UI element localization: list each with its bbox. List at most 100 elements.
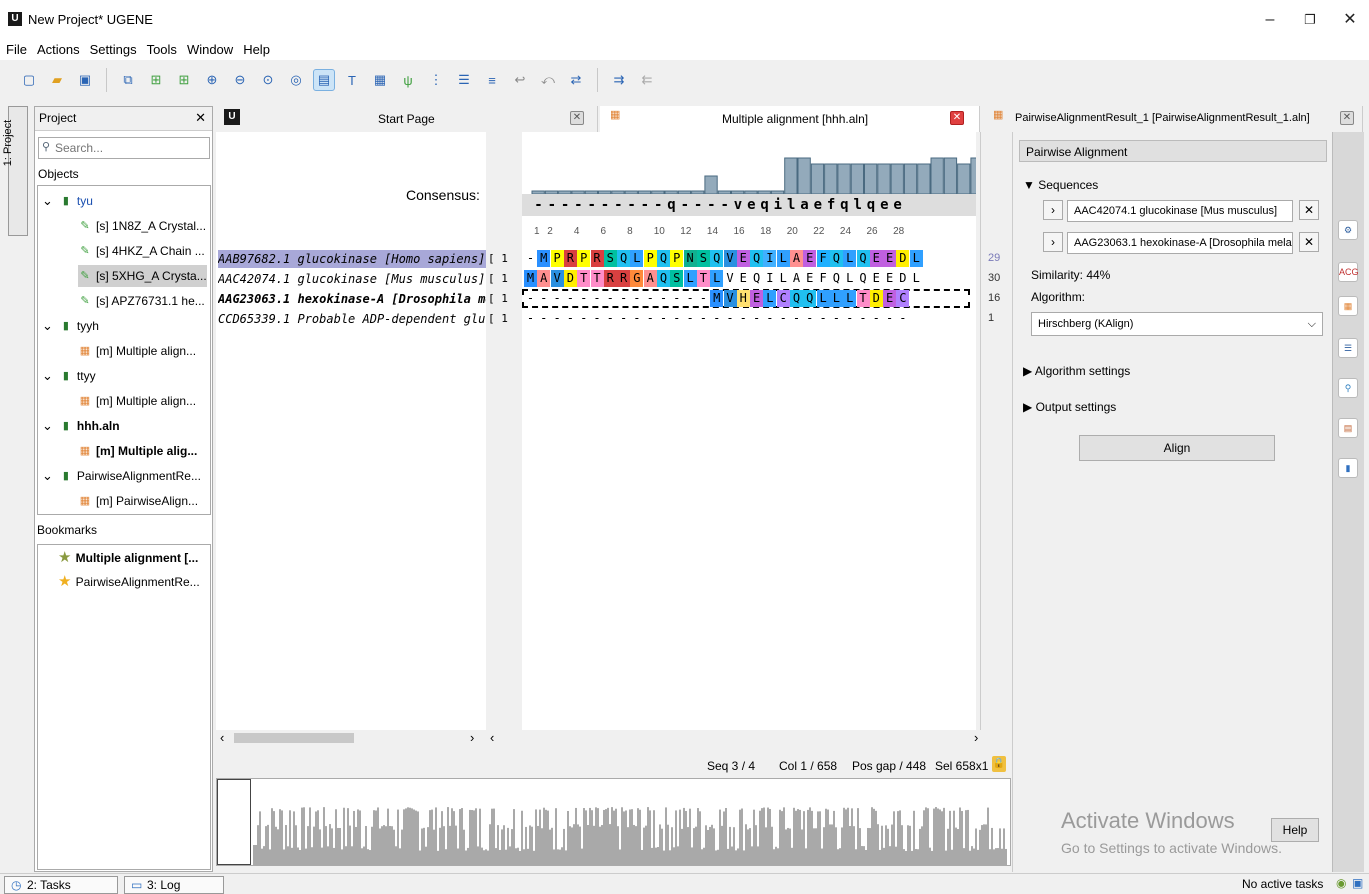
tasks-button[interactable]: ◷ 2: Tasks	[4, 876, 118, 894]
residue-cell[interactable]: R	[617, 270, 631, 287]
tree-item[interactable]: ⌄ ▮ tyu	[42, 190, 93, 212]
residue-cell[interactable]: S	[670, 270, 684, 287]
residue-cell[interactable]: -	[896, 310, 909, 327]
residue-cell[interactable]: L	[710, 270, 724, 287]
residue-cell[interactable]: E	[803, 250, 817, 267]
zoom-out-icon[interactable]: ⊖	[229, 69, 251, 91]
add-sequence-icon[interactable]: ⊞	[145, 69, 167, 91]
tree-item[interactable]: ▦ [m] PairwiseAlign...	[78, 490, 198, 512]
tree-item[interactable]: ▦ [m] Multiple align...	[78, 340, 196, 362]
residue-cell[interactable]: -	[524, 310, 537, 327]
residue-cell[interactable]: E	[883, 290, 897, 307]
residue-cell[interactable]: Q	[657, 270, 670, 287]
residue-cell[interactable]: -	[697, 310, 710, 327]
help-button[interactable]: Help	[1271, 818, 1319, 842]
residue-cell[interactable]: -	[777, 310, 790, 327]
residue-cell[interactable]: T	[696, 270, 710, 287]
residue-cell[interactable]: D	[563, 270, 577, 287]
distance-chart-icon[interactable]: ▮	[1338, 458, 1358, 478]
residue-cell[interactable]: L	[630, 250, 644, 267]
sequence-name[interactable]: AAG23063.1 hexokinase-A [Drosophila mela…	[218, 290, 486, 308]
residue-cell[interactable]: F	[817, 270, 830, 287]
vertical-scrollbar[interactable]	[980, 132, 988, 730]
menu-tools[interactable]: Tools	[147, 42, 177, 57]
residue-cell[interactable]: -	[630, 310, 643, 327]
pairwise-alignment-icon[interactable]: ▦	[1338, 296, 1358, 316]
tab-pairwise-result[interactable]: ▦ PairwiseAlignmentResult_1 [PairwiseAli…	[983, 106, 1363, 132]
scroll-right-icon[interactable]: ›	[974, 730, 978, 745]
close-tab-icon[interactable]: ✕	[1340, 111, 1354, 125]
scroll-left-icon[interactable]: ‹	[220, 730, 224, 745]
residue-cell[interactable]: L	[763, 290, 777, 307]
residue-cell[interactable]: -	[551, 290, 564, 307]
sequence-area[interactable]: ----------q----veqilaefqlqee 1 2 4 6 8 10 12 14…	[522, 132, 1000, 730]
minimize-button[interactable]: –	[1255, 8, 1285, 32]
residue-cell[interactable]: -	[830, 310, 843, 327]
tree-item[interactable]: ✎ [s] 4HKZ_A Chain ...	[78, 240, 204, 262]
residue-cell[interactable]: L	[816, 290, 830, 307]
sequence-name[interactable]: CCD65339.1 Probable ADP-dependent glucok…	[218, 310, 486, 328]
select-seq1-button[interactable]: ›	[1043, 200, 1063, 220]
residue-cell[interactable]: V	[723, 290, 737, 307]
add-sequence-file-icon[interactable]: ⊞	[173, 69, 195, 91]
export-consensus-icon[interactable]: ☰	[1338, 338, 1358, 358]
residue-cell[interactable]: -	[843, 310, 856, 327]
lock-icon[interactable]: 🔒	[992, 756, 1006, 772]
residue-cell[interactable]: -	[617, 310, 630, 327]
zoom-reset-icon[interactable]: ◎	[285, 69, 307, 91]
bell-icon[interactable]: ▣	[1352, 876, 1363, 890]
residue-cell[interactable]: F	[816, 250, 830, 267]
residue-cell[interactable]: -	[537, 290, 550, 307]
menu-settings[interactable]: Settings	[90, 42, 137, 57]
chevron-down-icon[interactable]: ⌄	[42, 315, 53, 337]
residue-cell[interactable]: Q	[710, 250, 724, 267]
residue-cell[interactable]: -	[750, 310, 763, 327]
residue-cell[interactable]: Q	[750, 250, 764, 267]
residue-cell[interactable]: E	[869, 250, 883, 267]
tree-item[interactable]: ▦ [m] Multiple align...	[78, 390, 196, 412]
grid-icon[interactable]: ⋮	[425, 69, 447, 91]
residue-cell[interactable]: L	[843, 290, 857, 307]
residue-cell[interactable]: P	[643, 250, 657, 267]
residue-cell[interactable]: Q	[657, 250, 670, 267]
residue-cell[interactable]: E	[737, 270, 750, 287]
maximize-button[interactable]: ❐	[1295, 8, 1325, 32]
residue-cell[interactable]: I	[763, 250, 777, 267]
realign-icon[interactable]: ⇄	[565, 69, 587, 91]
chevron-down-icon[interactable]: ⌄	[42, 190, 53, 212]
residue-cell[interactable]: S	[696, 250, 710, 267]
tree-item[interactable]: ✎ [s] 1N8Z_A Crystal...	[78, 215, 206, 237]
close-tab-icon[interactable]: ✕	[950, 111, 964, 125]
residue-cell[interactable]: R	[603, 270, 617, 287]
residue-cell[interactable]: -	[697, 290, 710, 307]
menu-actions[interactable]: Actions	[37, 42, 80, 57]
residue-cell[interactable]: -	[524, 250, 537, 267]
residue-cell[interactable]: Q	[803, 290, 817, 307]
residue-cell[interactable]: T	[590, 270, 604, 287]
tree-item[interactable]: ✎ [s] 5XHG_A Crysta...	[78, 265, 207, 287]
tab-multiple-alignment[interactable]: ▦ Multiple alignment [hhh.aln] ✕	[600, 106, 980, 132]
residue-cell[interactable]: Q	[856, 250, 870, 267]
shift-left-icon[interactable]: ⇇	[636, 69, 658, 91]
residue-cell[interactable]: D	[896, 250, 910, 267]
new-project-icon[interactable]: ▢	[18, 69, 40, 91]
wrap-icon[interactable]: ↩	[509, 69, 531, 91]
residue-cell[interactable]: M	[710, 290, 724, 307]
sequence-name[interactable]: AAB97682.1 glucokinase [Homo sapiens]	[218, 250, 486, 268]
residue-cell[interactable]: E	[883, 270, 896, 287]
residue-cell[interactable]: Q	[790, 290, 803, 307]
open-folder-icon[interactable]: ▰	[46, 69, 68, 91]
residue-cell[interactable]: A	[790, 250, 803, 267]
notification-icon[interactable]: ◉	[1336, 876, 1346, 890]
remove-seq1-button[interactable]: ✕	[1299, 200, 1319, 220]
residue-cell[interactable]: L	[843, 250, 857, 267]
residue-cell[interactable]: -	[684, 310, 697, 327]
names-scrollbar[interactable]: ‹ ›	[216, 730, 486, 746]
residue-cell[interactable]: -	[537, 310, 550, 327]
residue-cell[interactable]: -	[577, 290, 590, 307]
save-icon[interactable]: ▣	[74, 69, 96, 91]
residue-cell[interactable]: L	[777, 270, 790, 287]
algorithm-settings-toggle[interactable]: ▶ Algorithm settings	[1023, 364, 1130, 378]
copy-icon[interactable]: ⧉	[117, 69, 139, 91]
tree-icon[interactable]: ψ	[397, 69, 419, 91]
